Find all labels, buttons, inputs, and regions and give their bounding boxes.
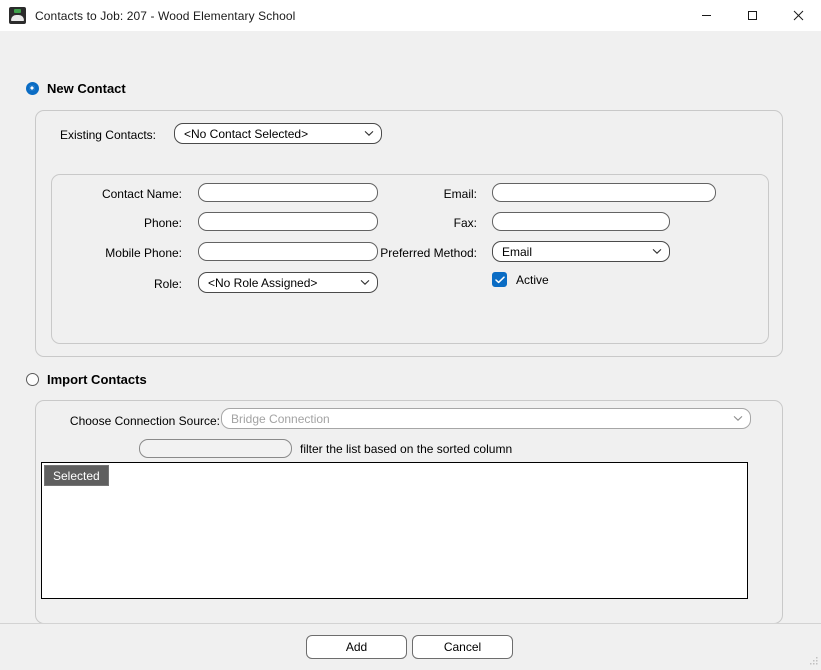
resize-grip[interactable]: [807, 655, 819, 667]
maximize-icon[interactable]: [729, 0, 775, 31]
phone-label: Phone:: [143, 216, 182, 230]
new-contact-panel: Existing Contacts: <No Contact Selected>…: [35, 110, 783, 357]
chevron-down-icon: [359, 277, 371, 289]
chevron-down-icon: [363, 128, 375, 140]
connection-source-value: Bridge Connection: [231, 411, 330, 426]
phone-input[interactable]: [198, 212, 378, 231]
mobile-phone-label: Mobile Phone:: [105, 246, 182, 260]
dialog-body: New Contact Existing Contacts: <No Conta…: [0, 31, 821, 624]
new-contact-label: New Contact: [47, 81, 126, 96]
contacts-listbox[interactable]: Selected: [41, 462, 748, 599]
active-label: Active: [516, 272, 549, 287]
preferred-method-dropdown[interactable]: Email: [492, 241, 670, 262]
role-dropdown[interactable]: <No Role Assigned>: [198, 272, 378, 293]
window-title: Contacts to Job: 207 - Wood Elementary S…: [35, 8, 296, 23]
existing-contacts-dropdown[interactable]: <No Contact Selected>: [174, 123, 382, 144]
dialog-footer: Add Cancel: [0, 623, 821, 669]
import-contacts-panel: Choose Connection Source: Bridge Connect…: [35, 400, 783, 624]
fax-input[interactable]: [492, 212, 670, 231]
email-input[interactable]: [492, 183, 716, 202]
window-controls: [683, 0, 821, 31]
add-button[interactable]: Add: [306, 635, 407, 659]
filter-input[interactable]: [139, 439, 292, 458]
contact-fields-panel: Contact Name: Phone: Mobile Phone: Role:…: [51, 174, 769, 344]
contact-name-label: Contact Name:: [101, 187, 182, 201]
app-icon: [9, 7, 26, 24]
contact-name-input[interactable]: [198, 183, 378, 202]
cancel-button[interactable]: Cancel: [412, 635, 513, 659]
fax-label: Fax:: [453, 216, 477, 230]
role-value: <No Role Assigned>: [208, 275, 318, 290]
minimize-icon[interactable]: [683, 0, 729, 31]
import-contacts-label: Import Contacts: [47, 372, 147, 387]
preferred-method-label: Preferred Method:: [380, 246, 477, 260]
active-checkbox-group[interactable]: Active: [492, 272, 549, 287]
filter-hint: filter the list based on the sorted colu…: [300, 442, 513, 456]
radio-import-contacts[interactable]: [26, 373, 39, 386]
email-label: Email:: [443, 187, 477, 201]
active-checkbox[interactable]: [492, 272, 507, 287]
window-titlebar: Contacts to Job: 207 - Wood Elementary S…: [0, 0, 821, 32]
chevron-down-icon: [732, 413, 744, 425]
role-label: Role:: [153, 277, 182, 291]
listbox-column-selected[interactable]: Selected: [44, 465, 109, 486]
import-contacts-radio-group[interactable]: Import Contacts: [26, 372, 147, 387]
existing-contacts-value: <No Contact Selected>: [184, 126, 309, 141]
chevron-down-icon: [651, 246, 663, 258]
connection-source-label: Choose Connection Source:: [69, 414, 220, 428]
new-contact-radio-group[interactable]: New Contact: [26, 81, 126, 96]
connection-source-dropdown[interactable]: Bridge Connection: [221, 408, 751, 429]
radio-new-contact[interactable]: [26, 82, 39, 95]
existing-contacts-label: Existing Contacts:: [59, 128, 156, 142]
preferred-method-value: Email: [502, 244, 533, 259]
close-icon[interactable]: [775, 0, 821, 31]
